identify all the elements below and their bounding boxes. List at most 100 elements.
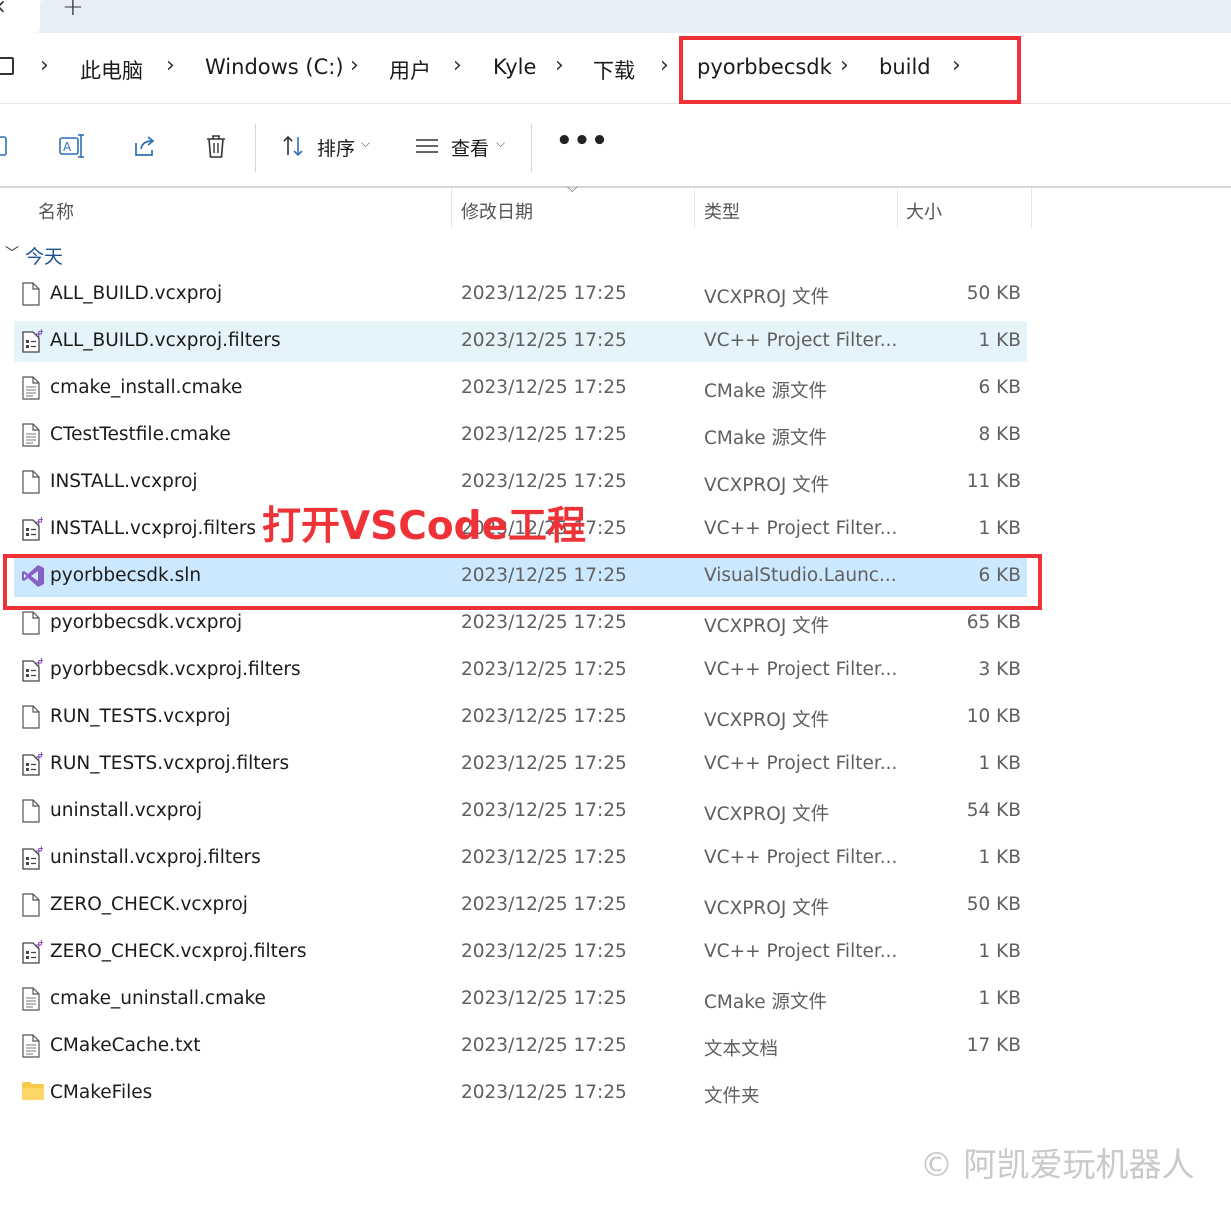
column-header-name[interactable]: 名称 <box>38 198 74 224</box>
svg-text:+: + <box>38 517 43 524</box>
text-file-icon <box>21 376 41 400</box>
file-name[interactable]: cmake_uninstall.cmake <box>50 988 266 1009</box>
file-name[interactable]: ZERO_CHECK.vcxproj <box>50 894 248 915</box>
file-row[interactable]: uninstall.vcxproj 2023/12/25 17:25 VCXPROJ… <box>0 788 1231 835</box>
group-collapse-chevron-icon[interactable]: ﹀ <box>5 243 19 263</box>
share-icon[interactable] <box>131 132 159 160</box>
file-row[interactable]: + + INSTALL.vcxproj.filters 2023/12/25 17:2… <box>0 506 1231 553</box>
folder-icon <box>21 1081 44 1105</box>
svg-text:+: + <box>38 752 43 759</box>
close-tab-icon[interactable]: × <box>0 0 7 18</box>
file-date-modified: 2023/12/25 17:25 <box>461 377 627 398</box>
column-header-date[interactable]: 修改日期 <box>461 198 533 224</box>
file-row[interactable]: + + uninstall.vcxproj.filters 2023/12/25 17… <box>0 835 1231 882</box>
breadcrumb-downloads[interactable]: 下载 <box>593 55 635 85</box>
column-header-size[interactable]: 大小 <box>906 198 942 224</box>
file-row[interactable]: RUN_TESTS.vcxproj 2023/12/25 17:25 VCXPROJ… <box>0 694 1231 741</box>
file-name[interactable]: RUN_TESTS.vcxproj <box>50 706 231 727</box>
delete-icon[interactable] <box>202 132 230 160</box>
file-name[interactable]: ALL_BUILD.vcxproj.filters <box>50 330 281 351</box>
breadcrumb-separator[interactable]: › <box>166 53 175 78</box>
file-date-modified: 2023/12/25 17:25 <box>461 847 627 868</box>
breadcrumb-separator[interactable]: › <box>453 53 462 78</box>
file-name[interactable]: uninstall.vcxproj <box>50 800 202 821</box>
breadcrumb-this-pc[interactable]: 此电脑 <box>80 55 143 85</box>
file-size: 1 KB <box>978 753 1021 774</box>
file-type: VC++ Project Filter... <box>704 518 898 539</box>
annotation-open-project: 打开VSCode工程 <box>262 504 587 549</box>
file-name[interactable]: INSTALL.vcxproj <box>50 471 198 492</box>
breadcrumb-separator[interactable]: › <box>40 53 49 78</box>
file-name[interactable]: INSTALL.vcxproj.filters <box>50 518 256 539</box>
toolbar-divider <box>255 124 256 172</box>
file-size: 1 KB <box>978 330 1021 351</box>
breadcrumb-drive-c[interactable]: Windows (C:) <box>205 55 344 79</box>
file-date-modified: 2023/12/25 17:25 <box>461 800 627 821</box>
filters-file-icon: + + <box>21 327 45 353</box>
sort-button[interactable]: 排序 <box>317 134 355 161</box>
copy-icon[interactable] <box>0 132 14 160</box>
watermark: © 阿凯爱玩机器人 <box>920 1145 1195 1184</box>
file-name[interactable]: uninstall.vcxproj.filters <box>50 847 261 868</box>
file-name[interactable]: CMakeFiles <box>50 1082 152 1103</box>
file-type: VCXPROJ 文件 <box>704 616 830 637</box>
filters-file-icon: + + <box>21 844 45 870</box>
file-row[interactable]: + + ALL_BUILD.vcxproj.filters 2023/12/25 17… <box>0 318 1231 365</box>
file-type: VCXPROJ 文件 <box>704 710 830 731</box>
file-name[interactable]: RUN_TESTS.vcxproj.filters <box>50 753 289 774</box>
file-row[interactable]: CTestTestfile.cmake 2023/12/25 17:25 CMake… <box>0 412 1231 459</box>
file-row[interactable]: cmake_install.cmake 2023/12/25 17:25 CMake… <box>0 365 1231 412</box>
file-row[interactable]: + + pyorbbecsdk.vcxproj.filters 2023/12/25 … <box>0 647 1231 694</box>
active-tab[interactable]: × <box>0 0 40 33</box>
view-button[interactable]: 查看 <box>451 134 489 161</box>
this-pc-icon[interactable] <box>0 57 14 75</box>
column-divider[interactable] <box>1031 188 1032 228</box>
sort-chevron-down-icon[interactable]: ⌵ <box>361 136 370 151</box>
breadcrumb-separator[interactable]: › <box>555 53 564 78</box>
svg-text:+: + <box>38 940 43 947</box>
column-divider[interactable] <box>451 188 452 228</box>
file-row[interactable]: CMakeFiles 2023/12/25 17:25 文件夹 <box>0 1070 1231 1117</box>
breadcrumb-users[interactable]: 用户 <box>389 55 431 85</box>
file-type: VC++ Project Filter... <box>704 941 898 962</box>
file-row[interactable]: cmake_uninstall.cmake 2023/12/25 17:25 CMa… <box>0 976 1231 1023</box>
file-row[interactable]: INSTALL.vcxproj 2023/12/25 17:25 VCXPROJ 文… <box>0 459 1231 506</box>
column-header-type[interactable]: 类型 <box>704 198 740 224</box>
file-icon <box>21 282 41 306</box>
file-row[interactable]: + + RUN_TESTS.vcxproj.filters 2023/12/25 17… <box>0 741 1231 788</box>
breadcrumb-kyle[interactable]: Kyle <box>493 55 536 79</box>
svg-text:A: A <box>63 140 72 154</box>
view-chevron-down-icon[interactable]: ⌵ <box>496 136 505 151</box>
sort-icon[interactable] <box>280 132 308 160</box>
file-row[interactable]: ZERO_CHECK.vcxproj 2023/12/25 17:25 VCXPRO… <box>0 882 1231 929</box>
file-size: 1 KB <box>978 518 1021 539</box>
file-name[interactable]: CTestTestfile.cmake <box>50 424 231 445</box>
file-icon <box>21 611 41 635</box>
file-size: 50 KB <box>966 283 1021 304</box>
file-row[interactable]: ALL_BUILD.vcxproj 2023/12/25 17:25 VCXPROJ… <box>0 271 1231 318</box>
file-name[interactable]: pyorbbecsdk.vcxproj <box>50 612 242 633</box>
file-name[interactable]: ZERO_CHECK.vcxproj.filters <box>50 941 307 962</box>
group-label-today[interactable]: 今天 <box>25 242 63 269</box>
file-name[interactable]: ALL_BUILD.vcxproj <box>50 283 222 304</box>
file-size: 54 KB <box>966 800 1021 821</box>
column-divider[interactable] <box>897 188 898 228</box>
new-tab-icon[interactable]: + <box>62 0 84 22</box>
file-row[interactable]: CMakeCache.txt 2023/12/25 17:25 文本文档 17 KB <box>0 1023 1231 1070</box>
file-icon <box>21 893 41 917</box>
rename-icon[interactable]: A <box>58 132 86 160</box>
file-name[interactable]: pyorbbecsdk.vcxproj.filters <box>50 659 301 680</box>
breadcrumb-separator[interactable]: › <box>660 53 669 78</box>
toolbar-divider <box>531 124 532 172</box>
file-row[interactable]: + + ZERO_CHECK.vcxproj.filters 2023/12/25 1… <box>0 929 1231 976</box>
file-date-modified: 2023/12/25 17:25 <box>461 424 627 445</box>
file-name[interactable]: CMakeCache.txt <box>50 1035 201 1056</box>
file-type: VCXPROJ 文件 <box>704 475 830 496</box>
breadcrumb-separator[interactable]: › <box>350 53 359 78</box>
more-options-button[interactable]: ••• <box>556 126 609 156</box>
file-name[interactable]: cmake_install.cmake <box>50 377 242 398</box>
address-bar[interactable]: › 此电脑 › Windows (C:) › 用户 › Kyle › 下载 › … <box>0 33 1231 104</box>
file-icon <box>21 705 41 729</box>
column-divider[interactable] <box>694 188 695 228</box>
view-icon[interactable] <box>413 132 441 160</box>
